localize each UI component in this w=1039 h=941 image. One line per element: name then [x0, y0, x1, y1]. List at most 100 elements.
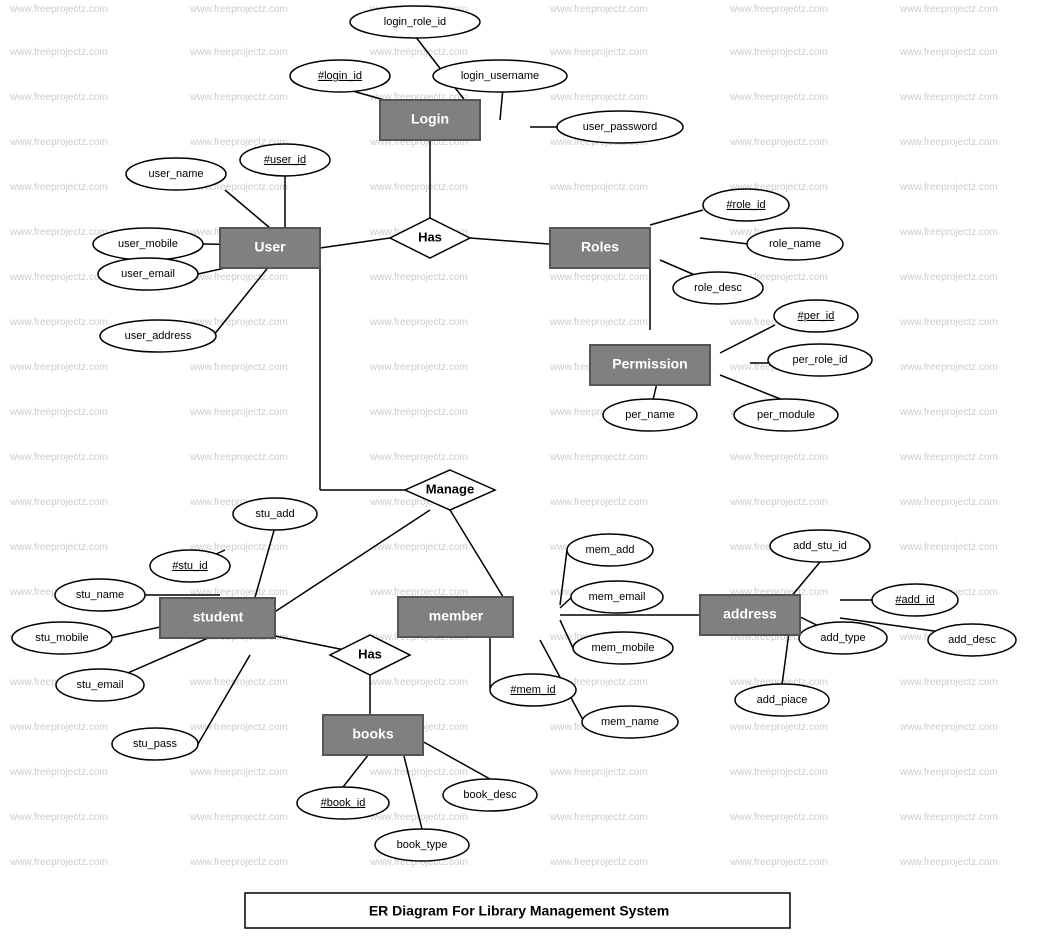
svg-text:www.freeprojectz.com: www.freeprojectz.com — [189, 92, 288, 103]
svg-text:www.freeprojectz.com: www.freeprojectz.com — [549, 317, 648, 328]
book-type-label: book_type — [397, 839, 448, 851]
stu-pass-label: stu_pass — [133, 738, 178, 750]
mem-id-label: #mem_id — [510, 684, 555, 696]
title-section: ER Diagram For Library Management System — [245, 893, 790, 928]
stu-email-label: stu_email — [76, 679, 123, 691]
book-desc-label: book_desc — [463, 789, 517, 801]
svg-text:www.freeprojectz.com: www.freeprojectz.com — [189, 362, 288, 373]
svg-text:www.freeprojectz.com: www.freeprojectz.com — [729, 497, 828, 508]
er-diagram: www.freeprojectz.com www.freeprojectz.co… — [0, 0, 1039, 941]
svg-text:www.freeprojectz.com: www.freeprojectz.com — [899, 407, 998, 418]
svg-text:www.freeprojectz.com: www.freeprojectz.com — [9, 452, 108, 463]
svg-text:www.freeprojectz.com: www.freeprojectz.com — [369, 182, 468, 193]
stu-id-label: #stu_id — [172, 560, 207, 572]
svg-text:www.freeprojectz.com: www.freeprojectz.com — [9, 137, 108, 148]
svg-text:www.freeprojectz.com: www.freeprojectz.com — [899, 722, 998, 733]
svg-text:www.freeprojectz.com: www.freeprojectz.com — [899, 4, 998, 15]
svg-text:www.freeprojectz.com: www.freeprojectz.com — [369, 47, 468, 58]
svg-text:www.freeprojectz.com: www.freeprojectz.com — [899, 542, 998, 553]
address-label: address — [723, 606, 777, 622]
add-place-label: add_piace — [757, 694, 808, 706]
svg-text:www.freeprojectz.com: www.freeprojectz.com — [549, 812, 648, 823]
svg-text:www.freeprojectz.com: www.freeprojectz.com — [729, 722, 828, 733]
svg-text:www.freeprojectz.com: www.freeprojectz.com — [729, 452, 828, 463]
manage-label: Manage — [426, 481, 474, 496]
mem-add-label: mem_add — [586, 544, 635, 556]
title-text: ER Diagram For Library Management System — [369, 903, 669, 919]
svg-text:www.freeprojectz.com: www.freeprojectz.com — [189, 4, 288, 15]
student-label: student — [193, 609, 244, 625]
svg-text:www.freeprojectz.com: www.freeprojectz.com — [549, 272, 648, 283]
mem-name-label: mem_name — [601, 716, 659, 728]
role-name-label: role_name — [769, 238, 821, 250]
svg-text:www.freeprojectz.com: www.freeprojectz.com — [899, 812, 998, 823]
stu-name-label: stu_name — [76, 589, 124, 601]
svg-text:www.freeprojectz.com: www.freeprojectz.com — [899, 452, 998, 463]
user-id-label: #user_id — [264, 154, 306, 166]
svg-text:www.freeprojectz.com: www.freeprojectz.com — [899, 47, 998, 58]
member-label: member — [429, 608, 484, 624]
svg-text:www.freeprojectz.com: www.freeprojectz.com — [899, 182, 998, 193]
add-type-label: add_type — [820, 632, 865, 644]
svg-text:www.freeprojectz.com: www.freeprojectz.com — [899, 497, 998, 508]
svg-text:www.freeprojectz.com: www.freeprojectz.com — [899, 227, 998, 238]
user-email-label: user_email — [121, 268, 175, 280]
svg-text:www.freeprojectz.com: www.freeprojectz.com — [189, 47, 288, 58]
svg-text:www.freeprojectz.com: www.freeprojectz.com — [899, 362, 998, 373]
svg-text:www.freeprojectz.com: www.freeprojectz.com — [549, 182, 648, 193]
svg-text:www.freeprojectz.com: www.freeprojectz.com — [9, 767, 108, 778]
login-username-label: login_username — [461, 70, 539, 82]
mem-mobile-label: mem_mobile — [592, 642, 655, 654]
svg-text:www.freeprojectz.com: www.freeprojectz.com — [899, 677, 998, 688]
svg-text:www.freeprojectz.com: www.freeprojectz.com — [9, 857, 108, 868]
svg-text:www.freeprojectz.com: www.freeprojectz.com — [899, 137, 998, 148]
svg-text:www.freeprojectz.com: www.freeprojectz.com — [369, 317, 468, 328]
user-address-label: user_address — [125, 330, 192, 342]
entities: Login User Roles Permission student memb… — [160, 100, 800, 755]
login-label: Login — [411, 111, 449, 127]
svg-text:www.freeprojectz.com: www.freeprojectz.com — [369, 272, 468, 283]
user-label: User — [254, 239, 286, 255]
svg-text:www.freeprojectz.com: www.freeprojectz.com — [9, 407, 108, 418]
login-role-id-label: login_role_id — [384, 16, 446, 28]
svg-text:www.freeprojectz.com: www.freeprojectz.com — [189, 677, 288, 688]
login-id-label: #login_id — [318, 70, 362, 82]
svg-text:www.freeprojectz.com: www.freeprojectz.com — [9, 272, 108, 283]
svg-text:www.freeprojectz.com: www.freeprojectz.com — [9, 812, 108, 823]
svg-text:www.freeprojectz.com: www.freeprojectz.com — [729, 857, 828, 868]
svg-text:www.freeprojectz.com: www.freeprojectz.com — [9, 182, 108, 193]
svg-text:www.freeprojectz.com: www.freeprojectz.com — [189, 452, 288, 463]
connector-lines — [100, 36, 970, 829]
svg-text:www.freeprojectz.com: www.freeprojectz.com — [9, 227, 108, 238]
svg-text:www.freeprojectz.com: www.freeprojectz.com — [189, 857, 288, 868]
role-desc-label: role_desc — [694, 282, 742, 294]
stu-add-label: stu_add — [255, 508, 294, 520]
user-password-label: user_password — [583, 121, 658, 133]
books-label: books — [352, 726, 393, 742]
svg-text:www.freeprojectz.com: www.freeprojectz.com — [899, 317, 998, 328]
svg-text:www.freeprojectz.com: www.freeprojectz.com — [369, 767, 468, 778]
svg-text:www.freeprojectz.com: www.freeprojectz.com — [9, 362, 108, 373]
svg-text:www.freeprojectz.com: www.freeprojectz.com — [549, 4, 648, 15]
svg-text:www.freeprojectz.com: www.freeprojectz.com — [189, 587, 288, 598]
svg-text:www.freeprojectz.com: www.freeprojectz.com — [729, 4, 828, 15]
svg-text:www.freeprojectz.com: www.freeprojectz.com — [899, 767, 998, 778]
svg-text:www.freeprojectz.com: www.freeprojectz.com — [899, 272, 998, 283]
svg-text:www.freeprojectz.com: www.freeprojectz.com — [9, 92, 108, 103]
svg-text:www.freeprojectz.com: www.freeprojectz.com — [549, 452, 648, 463]
per-id-label: #per_id — [798, 310, 835, 322]
per-role-id-label: per_role_id — [792, 354, 847, 366]
add-id-label: #add_id — [895, 594, 934, 606]
stu-mobile-label: stu_mobile — [35, 632, 88, 644]
role-id-label: #role_id — [726, 199, 765, 211]
user-name-label: user_name — [148, 168, 203, 180]
has-label: Has — [418, 229, 442, 244]
user-mobile-label: user_mobile — [118, 238, 178, 250]
book-id-label: #book_id — [321, 797, 366, 809]
svg-text:www.freeprojectz.com: www.freeprojectz.com — [369, 677, 468, 688]
svg-text:www.freeprojectz.com: www.freeprojectz.com — [549, 47, 648, 58]
svg-text:www.freeprojectz.com: www.freeprojectz.com — [549, 497, 648, 508]
svg-text:www.freeprojectz.com: www.freeprojectz.com — [9, 47, 108, 58]
svg-text:www.freeprojectz.com: www.freeprojectz.com — [899, 92, 998, 103]
svg-text:www.freeprojectz.com: www.freeprojectz.com — [9, 4, 108, 15]
